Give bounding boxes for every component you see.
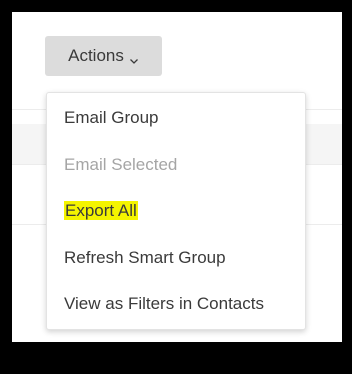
chevron-down-icon [129, 51, 139, 64]
menu-item-view-as-filters[interactable]: View as Filters in Contacts [64, 293, 264, 315]
menu-item-label: Refresh Smart Group [64, 248, 226, 267]
menu-item-email-selected: Email Selected [64, 154, 177, 176]
page-background: Actions Email Group Email Selected Expor… [12, 12, 342, 342]
menu-item-export-all[interactable]: Export All [64, 200, 138, 222]
menu-item-label: Export All [64, 201, 138, 220]
menu-item-label: Email Selected [64, 155, 178, 174]
menu-item-label: Email Group [64, 108, 159, 127]
actions-dropdown-menu: Email Group Email Selected Export All Re… [46, 92, 306, 330]
actions-button[interactable]: Actions [45, 36, 162, 76]
menu-item-refresh-smart-group[interactable]: Refresh Smart Group [64, 247, 226, 269]
screenshot-frame: Actions Email Group Email Selected Expor… [0, 0, 352, 374]
menu-item-label: View as Filters in Contacts [64, 294, 264, 313]
menu-item-email-group[interactable]: Email Group [64, 107, 158, 129]
actions-button-label: Actions [68, 46, 124, 65]
